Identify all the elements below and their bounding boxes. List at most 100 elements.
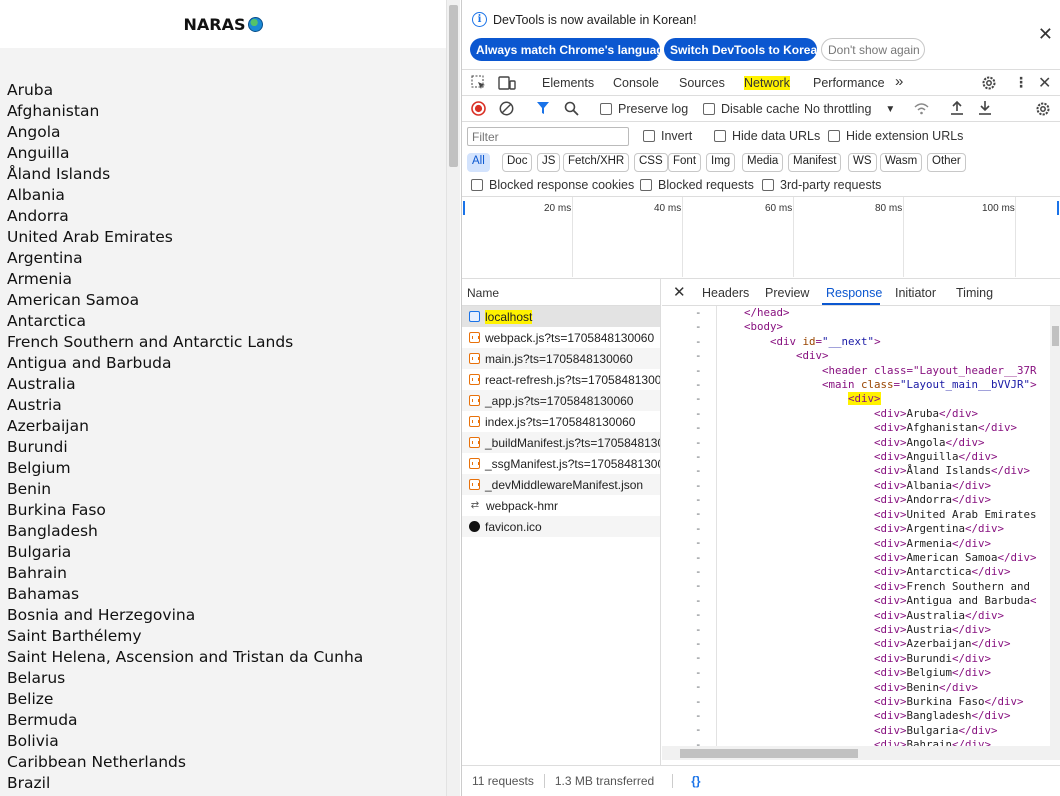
network-conditions-icon[interactable] [913,101,930,116]
kebab-menu-icon[interactable]: ⋮ [1014,74,1028,91]
code-line: <div>Burkina Faso</div> [718,694,1024,708]
page-scrollbar[interactable] [446,0,460,796]
resource-type-filters: All Doc JS Fetch/XHR CSS Font Img Media … [462,150,1060,174]
clear-icon[interactable] [499,101,514,116]
response-code-view[interactable]: ------------------------------- </head> … [662,306,1050,746]
disable-cache-checkbox[interactable]: Disable cache [703,102,800,116]
detail-tabs: ✕ Headers Preview Response Initiator Tim… [662,279,1060,306]
language-banner: i DevTools is now available in Korean! A… [462,0,1060,68]
type-filter-css[interactable]: CSS [634,153,668,172]
favicon-icon [469,521,480,532]
page-scroll-thumb[interactable] [449,5,458,167]
third-party-requests-checkbox[interactable]: 3rd-party requests [762,178,881,192]
tab-headers[interactable]: Headers [702,286,749,300]
request-row[interactable]: webpack.js?ts=1705848130060 [462,327,660,348]
tab-timing[interactable]: Timing [956,286,993,300]
type-filter-media[interactable]: Media [742,153,784,172]
tab-console[interactable]: Console [613,76,659,90]
hide-extension-urls-checkbox[interactable]: Hide extension URLs [828,129,963,143]
filter-funnel-icon[interactable] [536,101,550,116]
websocket-icon: ⇄ [470,500,480,511]
preserve-log-checkbox[interactable]: Preserve log [600,102,688,116]
type-filter-js[interactable]: JS [537,153,561,172]
type-filter-font[interactable]: Font [668,153,702,172]
blocked-requests-checkbox[interactable]: Blocked requests [640,178,754,192]
country-item: Andorra [7,207,69,225]
settings-gear-icon[interactable] [981,75,997,91]
tab-performance[interactable]: Performance [813,76,885,90]
type-filter-manifest[interactable]: Manifest [788,153,842,172]
request-row[interactable]: ⇄ webpack-hmr [462,495,660,516]
timeline-left-handle[interactable] [463,201,465,215]
country-item: American Samoa [7,291,140,309]
import-har-icon[interactable] [950,100,964,116]
export-har-icon[interactable] [978,100,992,116]
type-filter-img[interactable]: Img [706,153,736,172]
throttling-select[interactable]: No throttling ▼ [804,102,895,116]
script-icon [469,437,480,448]
country-item: Caribbean Netherlands [7,753,186,771]
request-row[interactable]: _buildManifest.js?ts=1705848130060 [462,432,660,453]
name-column-header[interactable]: Name [462,279,660,306]
tab-network[interactable]: Network [744,76,790,90]
code-vertical-scroll-thumb[interactable] [1052,326,1059,346]
close-icon[interactable]: ✕ [1038,24,1053,45]
script-icon [469,374,480,385]
country-item: Saint Helena, Ascension and Tristan da C… [7,648,364,666]
type-filter-all[interactable]: All [467,153,490,172]
timeline-overview[interactable]: 20 ms 40 ms 60 ms 80 ms 100 ms [462,197,1060,279]
tab-preview[interactable]: Preview [765,286,809,300]
close-detail-icon[interactable]: ✕ [673,283,686,301]
code-line: <div>Bulgaria</div> [718,723,998,737]
globe-icon [247,16,263,32]
request-row[interactable]: index.js?ts=1705848130060 [462,411,660,432]
switch-korean-button[interactable]: Switch DevTools to Korean [664,38,824,61]
code-line: <div>Bangladesh</div> [718,709,1011,723]
more-tabs-icon[interactable]: » [895,73,903,90]
network-settings-gear-icon[interactable] [1035,101,1051,117]
type-filter-doc[interactable]: Doc [502,153,533,172]
banner-message: DevTools is now available in Korean! [493,12,697,27]
country-item: Bosnia and Herzegovina [7,606,196,624]
network-lower-pane: Name localhost webpack.js?ts=170584813006… [462,279,1060,765]
request-row[interactable]: _app.js?ts=1705848130060 [462,390,660,411]
request-row[interactable]: favicon.ico [462,516,660,537]
hide-data-urls-checkbox[interactable]: Hide data URLs [714,129,820,143]
request-row[interactable]: localhost [462,306,660,327]
code-line: <body> [718,320,784,334]
request-row[interactable]: main.js?ts=1705848130060 [462,348,660,369]
code-horizontal-scroll-thumb[interactable] [680,749,858,758]
request-row[interactable]: _devMiddlewareManifest.json [462,474,660,495]
inspect-element-icon[interactable] [471,75,487,91]
code-vertical-scrollbar[interactable] [1050,306,1060,746]
type-filter-other[interactable]: Other [927,153,966,172]
invert-checkbox[interactable]: Invert [643,129,692,143]
match-language-button[interactable]: Always match Chrome's language [470,38,670,61]
request-row[interactable]: react-refresh.js?ts=1705848130060 [462,369,660,390]
app-title: NARAS [183,14,246,34]
network-toolbar: Preserve log Disable cache No throttling… [462,96,1060,122]
country-item: Australia [7,375,76,393]
record-stop-icon[interactable] [471,101,486,116]
code-horizontal-scrollbar[interactable] [662,746,1060,760]
type-filter-ws[interactable]: WS [848,153,877,172]
tab-response[interactable]: Response [826,286,882,300]
device-toolbar-icon[interactable] [498,75,516,91]
type-filter-wasm[interactable]: Wasm [880,153,923,172]
country-item: Bangladesh [7,522,98,540]
dont-show-again-button[interactable]: Don't show again [821,38,925,61]
code-line: <div>Albania</div> [718,478,992,492]
filter-input[interactable] [467,127,629,146]
close-devtools-icon[interactable]: ✕ [1038,73,1051,93]
search-icon[interactable] [564,101,579,116]
tab-elements[interactable]: Elements [542,76,594,90]
request-row[interactable]: _ssgManifest.js?ts=1705848130060 [462,453,660,474]
blocked-response-cookies-checkbox[interactable]: Blocked response cookies [471,178,634,192]
pretty-print-icon[interactable]: {} [681,774,710,788]
tab-initiator[interactable]: Initiator [895,286,936,300]
filter-bar: Invert Hide data URLs Hide extension URL… [462,122,1060,150]
country-item: Anguilla [7,144,70,162]
type-filter-fetch-xhr[interactable]: Fetch/XHR [563,153,630,172]
tab-sources[interactable]: Sources [679,76,725,90]
timeline-right-handle[interactable] [1057,201,1059,215]
